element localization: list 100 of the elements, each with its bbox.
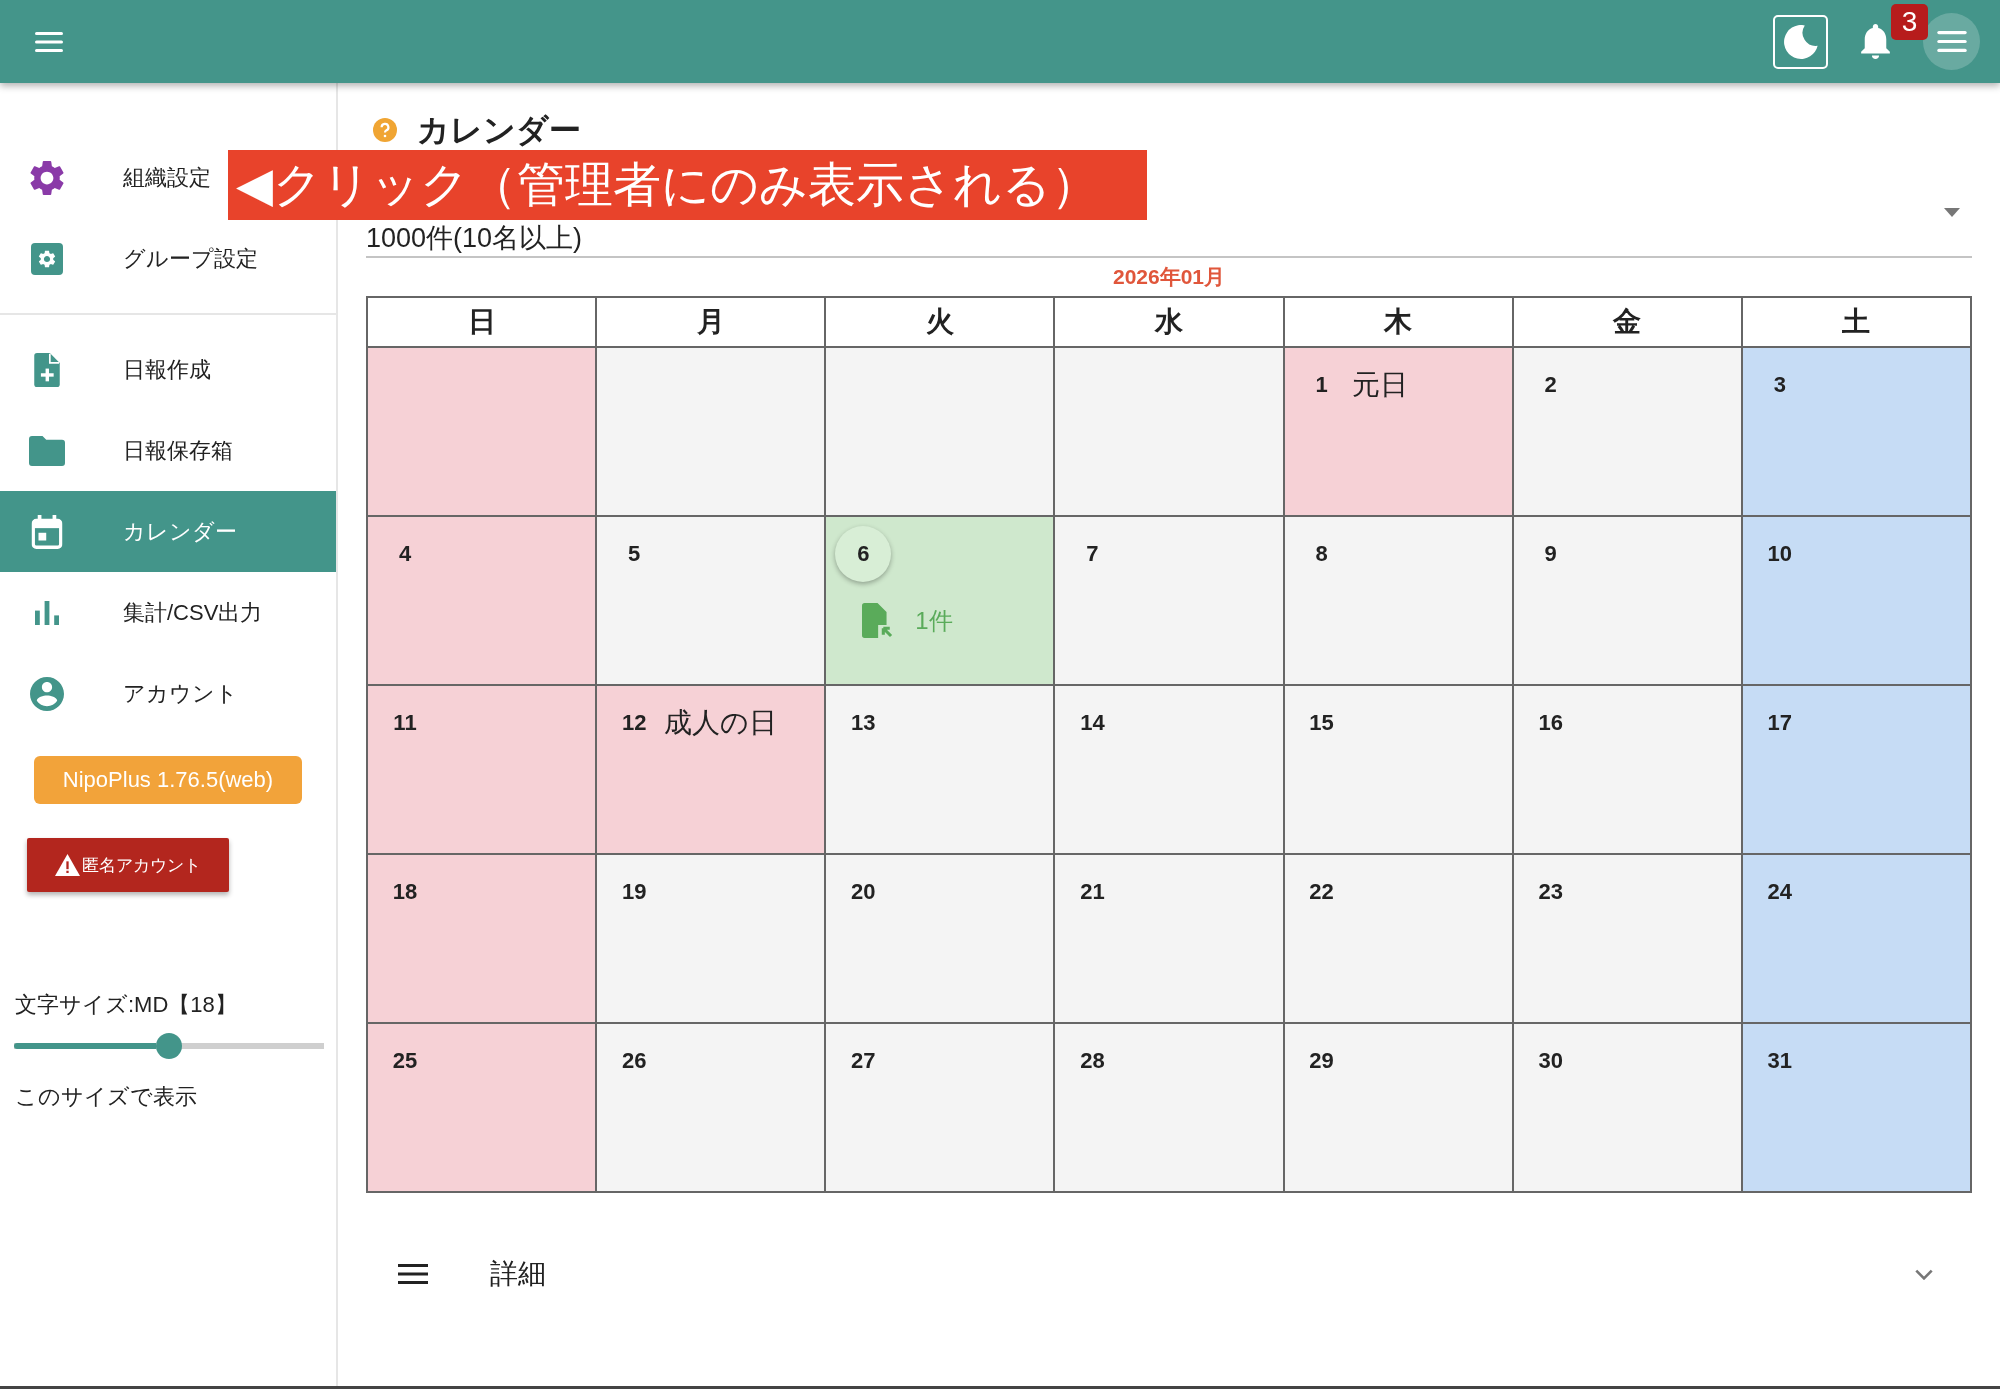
today-date-marker[interactable]: 6 [835,526,892,582]
day-number: 27 [851,1048,876,1074]
calendar-day-cell[interactable]: 20 [826,855,1056,1024]
document-arrow-icon[interactable] [862,603,894,638]
notification-badge: 3 [1891,4,1928,40]
day-number: 24 [1767,879,1793,905]
calendar-day-cell[interactable]: 19 [597,855,827,1024]
day-number: 19 [621,879,647,905]
day-number: 28 [1080,1048,1105,1074]
holiday-name: 成人の日 [664,706,778,740]
calendar-day-cell[interactable]: 10 [1742,517,1972,686]
day-number: 2 [1544,372,1557,398]
day-number: 17 [1767,710,1793,736]
calendar-day-cell[interactable]: 28 [1055,1024,1285,1193]
day-number: 15 [1309,710,1334,736]
calendar-day-cell[interactable]: 2 [1513,348,1743,517]
file-plus-icon [34,352,60,387]
calendar-day-cell[interactable]: 22 [1284,855,1514,1024]
dark-mode-button[interactable] [1773,14,1828,69]
apply-size-link[interactable]: このサイズで表示 [15,1084,197,1110]
slider-thumb[interactable] [156,1033,182,1059]
calendar-day-cell[interactable]: 29 [1284,1024,1514,1193]
day-number: 3 [1773,372,1786,398]
day-number: 31 [1767,1048,1793,1074]
day-number: 4 [398,541,412,567]
day-number: 5 [628,541,641,567]
menu-icon [1936,31,1967,52]
calendar-day-cell[interactable]: 16 [1513,686,1743,855]
page-title: カレンダー [417,112,581,148]
calendar-day-cell[interactable]: 27 [826,1024,1056,1193]
dropdown-arrow-icon [1944,208,1960,217]
list-icon [398,1264,428,1284]
sidebar-item[interactable]: 集計/CSV出力 [0,572,273,653]
day-number: 1 [1315,372,1328,398]
calendar-day-cell[interactable]: 7 [1055,517,1285,686]
sidebar-item[interactable]: 日報保存箱 [0,410,243,491]
calendar-day-cell[interactable]: 21 [1055,855,1285,1024]
calendar-day-cell[interactable]: 25 [368,1024,598,1193]
menu-icon[interactable] [35,31,63,52]
sidebar-item[interactable]: 日報作成 [0,329,221,410]
warning-icon [55,854,80,876]
gear-icon [30,160,64,195]
calendar-day-cell[interactable]: 8 [1284,517,1514,686]
day-number: 23 [1538,879,1563,905]
menu-button[interactable] [1923,13,1980,70]
day-number: 14 [1080,710,1105,736]
calendar-day-cell[interactable]: 4 [368,517,598,686]
calendar-day-cell[interactable]: 11 [368,686,598,855]
font-size-label: 文字サイズ:MD【18】 [15,992,237,1018]
weekday-header: 月 [597,298,827,348]
sidebar-item[interactable]: アカウント [0,653,248,734]
sidebar-item[interactable]: 組織設定 [0,137,221,218]
day-number: 16 [1538,710,1563,736]
details-panel-header[interactable]: 詳細 [366,1233,1972,1315]
day-number: 9 [1544,541,1557,567]
calendar-day-cell[interactable]: 30 [1513,1024,1743,1193]
day-number: 13 [851,710,876,736]
day-number: 30 [1538,1048,1563,1074]
calendar-day-cell[interactable]: 1 元日 [1284,348,1514,517]
calendar-icon [31,514,63,549]
anonymous-account-button[interactable]: 匿名アカウント [27,838,229,892]
calendar-day-cell[interactable]: 12 成人の日 [597,686,827,855]
calendar-day-cell[interactable]: 23 [1513,855,1743,1024]
calendar-day-cell[interactable]: 17 [1742,686,1972,855]
calendar-day-cell[interactable]: 5 [597,517,827,686]
gear-tile-icon [31,242,63,275]
weekday-header: 日 [368,298,598,348]
calendar-day-cell[interactable]: 31 [1742,1024,1972,1193]
day-number: 26 [621,1048,647,1074]
day-number: 12 [621,710,647,736]
calendar-day-cell[interactable]: 26 [597,1024,827,1193]
calendar-day-cell[interactable]: 3 [1742,348,1972,517]
day-number: 25 [392,1048,418,1074]
holiday-name: 元日 [1351,368,1408,402]
calendar-day-cell[interactable]: 6 1件 [826,517,1056,686]
weekday-header: 木 [1284,298,1514,348]
weekday-header: 土 [1742,298,1972,348]
weekday-header: 火 [826,298,1056,348]
weekday-header: 金 [1513,298,1743,348]
calendar-day-cell[interactable]: 24 [1742,855,1972,1024]
day-number: 29 [1309,1048,1334,1074]
day-number: 8 [1315,541,1328,567]
day-number: 20 [851,879,876,905]
weekday-header: 水 [1055,298,1285,348]
calendar-day-cell[interactable]: 18 [368,855,598,1024]
help-icon[interactable] [373,118,397,142]
notification-bell-icon[interactable] [1861,24,1890,59]
sidebar-item[interactable]: カレンダー [0,491,336,572]
day-number: 11 [393,710,417,736]
folder-icon [29,435,65,466]
bar-chart-icon [35,600,59,625]
day-number: 10 [1767,541,1793,567]
day-number: 18 [392,879,418,905]
day-number: 7 [1086,541,1099,567]
calendar-day-cell[interactable]: 15 [1284,686,1514,855]
calendar-day-cell[interactable]: 14 [1055,686,1285,855]
calendar-day-cell[interactable]: 9 [1513,517,1743,686]
moon-icon [1783,24,1818,59]
sidebar-item[interactable]: グループ設定 [0,218,268,299]
calendar-day-cell[interactable]: 13 [826,686,1056,855]
